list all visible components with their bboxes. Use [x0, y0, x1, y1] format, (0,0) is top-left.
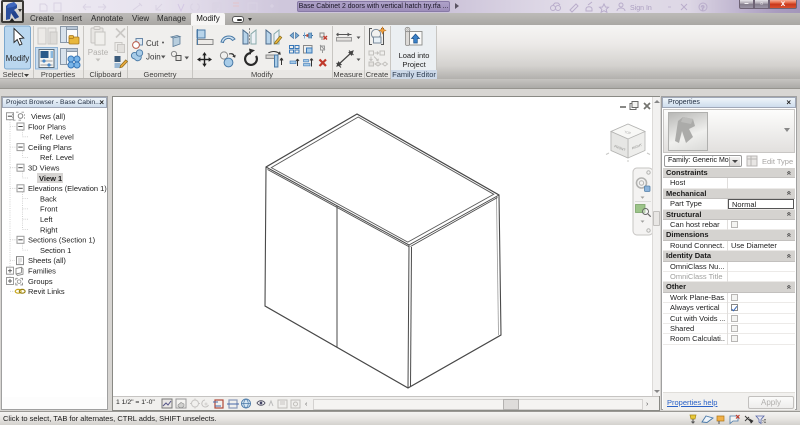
svg-text:Elevations (Elevation 1): Elevations (Elevation 1): [28, 184, 107, 193]
svg-text:Floor Plans: Floor Plans: [28, 122, 66, 131]
svg-text::0: :0: [762, 419, 766, 425]
svg-text:Paste: Paste: [88, 48, 109, 57]
svg-text:Ref. Level: Ref. Level: [40, 133, 74, 142]
svg-text:Load into: Load into: [399, 51, 430, 60]
svg-text:Right: Right: [40, 225, 58, 234]
svg-text:Ceiling Plans: Ceiling Plans: [28, 143, 72, 152]
svg-text:View 1: View 1: [39, 174, 62, 183]
svg-text:Measure: Measure: [333, 70, 362, 79]
svg-text:Families: Families: [28, 267, 56, 276]
svg-text:Modify: Modify: [251, 70, 273, 79]
svg-text:Back: Back: [40, 194, 57, 203]
svg-text:Sheets (all): Sheets (all): [28, 256, 66, 265]
svg-text:Cut: Cut: [146, 39, 159, 48]
svg-text:Sections (Section 1): Sections (Section 1): [28, 236, 96, 245]
svg-text:3D Views: 3D Views: [28, 164, 60, 173]
svg-text:Modify: Modify: [6, 54, 30, 63]
svg-text:Properties: Properties: [41, 70, 75, 79]
svg-text:Groups: Groups: [28, 277, 53, 286]
svg-text:Revit Links: Revit Links: [28, 287, 65, 296]
svg-text:Project: Project: [402, 60, 426, 69]
svg-text:Create: Create: [366, 70, 389, 79]
svg-text:Ref. Level: Ref. Level: [40, 153, 74, 162]
svg-text:Sign In: Sign In: [630, 5, 652, 12]
svg-text:Family Editor: Family Editor: [392, 70, 436, 79]
svg-text:Views (all): Views (all): [31, 112, 66, 121]
svg-text:Geometry: Geometry: [144, 70, 177, 79]
svg-text:Left: Left: [40, 215, 53, 224]
svg-text:Select: Select: [3, 70, 25, 79]
svg-text:Clipboard: Clipboard: [89, 70, 121, 79]
svg-text:Front: Front: [40, 205, 58, 214]
svg-text:Join: Join: [146, 53, 161, 62]
svg-text:Section 1: Section 1: [40, 246, 71, 255]
